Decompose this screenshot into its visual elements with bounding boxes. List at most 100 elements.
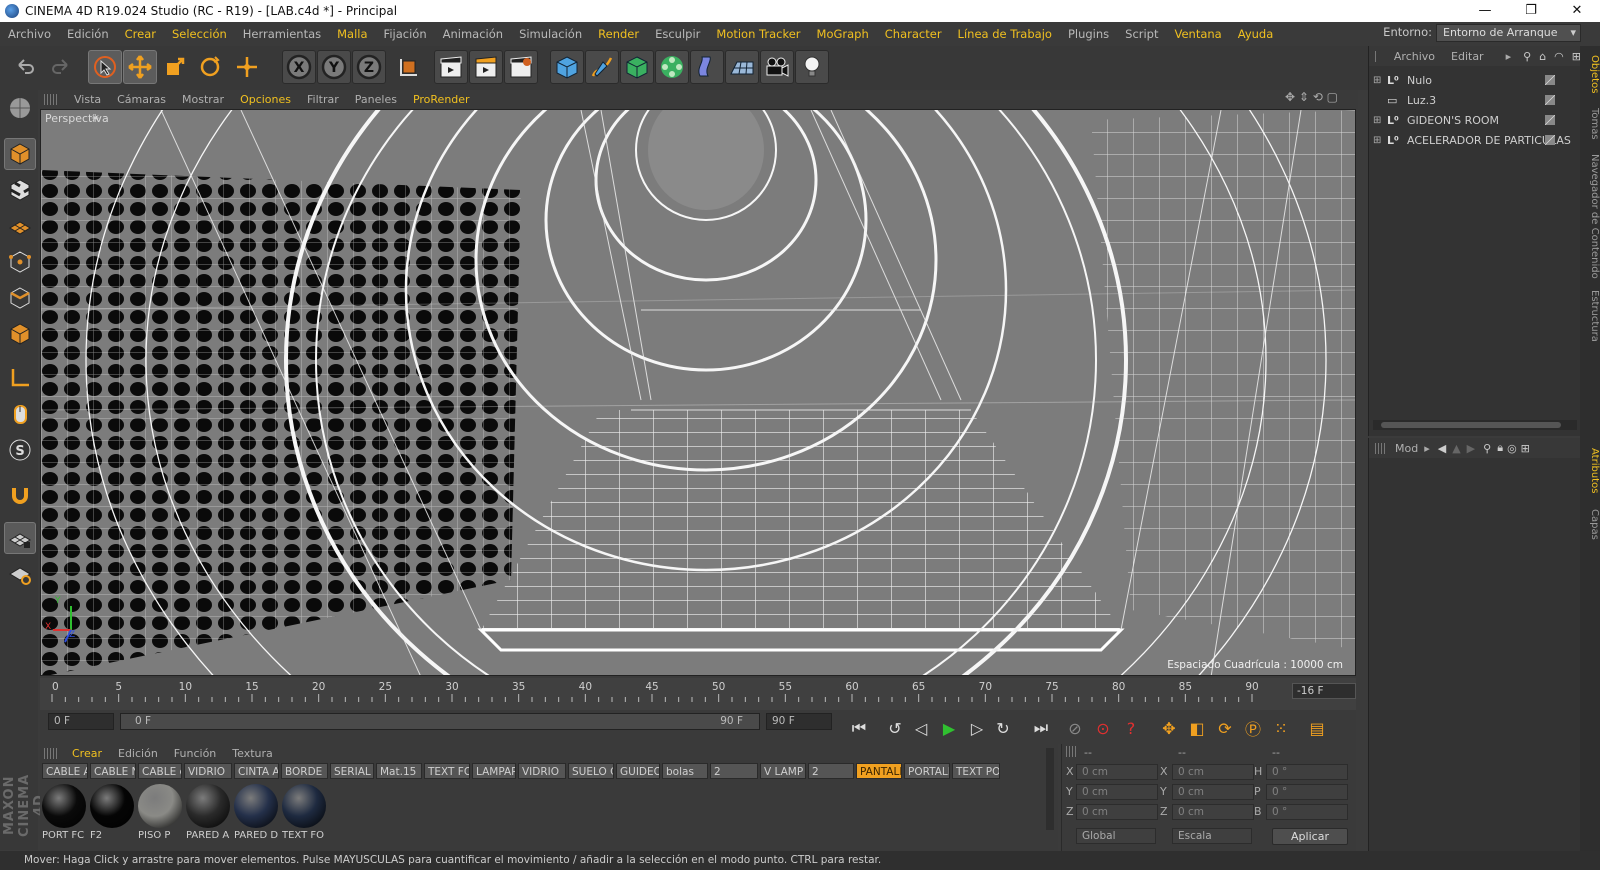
material-tag[interactable]: V LAMP	[760, 763, 806, 779]
key-position-button[interactable]: ✥	[1156, 716, 1182, 740]
material-tag[interactable]: bolas	[662, 763, 708, 779]
snap-enable-button[interactable]: S	[4, 434, 36, 466]
end-frame-field[interactable]: 90 F	[766, 713, 832, 730]
material-scrollbar[interactable]	[1046, 748, 1054, 830]
rotate-tool[interactable]	[193, 50, 227, 84]
menu-crear[interactable]: Crear	[117, 27, 164, 41]
menu-character[interactable]: Character	[877, 27, 950, 41]
side-tab-estructura[interactable]: Estructura	[1580, 288, 1600, 344]
camera-button[interactable]	[760, 50, 794, 84]
viewport-menu-opciones[interactable]: Opciones	[232, 93, 299, 106]
material-tag[interactable]: GUIDEO	[616, 763, 660, 779]
close-button[interactable]: ✕	[1554, 0, 1600, 22]
menu-malla[interactable]: Malla	[329, 27, 375, 41]
previous-keyframe-button[interactable]: ↺	[882, 716, 908, 740]
object-hscrollbar[interactable]	[1373, 420, 1577, 430]
material-tag[interactable]: PANTALL	[856, 763, 902, 779]
material-tag[interactable]: CABLE A	[42, 763, 88, 779]
material-tag[interactable]: CINTA A	[234, 763, 279, 779]
menu-línea-de-trabajo[interactable]: Línea de Trabajo	[950, 27, 1060, 41]
viewport-menu-vista[interactable]: Vista	[66, 93, 109, 106]
expand-icon[interactable]: ⊞	[1373, 135, 1383, 146]
axis-mode-button[interactable]	[4, 362, 36, 394]
current-frame-field[interactable]: -16 F	[1292, 683, 1356, 699]
eye-icon[interactable]: ◠	[1554, 50, 1564, 63]
menu-selección[interactable]: Selección	[164, 27, 235, 41]
material-menu-textura[interactable]: Textura	[224, 747, 280, 760]
material-name[interactable]: PORT FC	[42, 830, 88, 841]
z-axis-lock[interactable]: Z	[352, 50, 386, 84]
side-tab-capas[interactable]: Capas	[1580, 506, 1600, 542]
go-to-end-button[interactable]: ⏭	[1028, 716, 1054, 740]
coord-value-field[interactable]: 0 cm	[1076, 784, 1158, 800]
material-preview-swatch[interactable]	[234, 784, 278, 828]
mode-menu[interactable]: Mod	[1395, 442, 1418, 455]
material-name[interactable]: F2	[90, 830, 136, 841]
menu-edición[interactable]: Edición	[59, 27, 117, 41]
key-parameter-button[interactable]: Ⓟ	[1240, 716, 1266, 740]
coord-value-field[interactable]: 0 cm	[1076, 804, 1158, 820]
go-to-start-button[interactable]: ⏮	[846, 716, 872, 740]
timeline-toggle-button[interactable]: ▤	[1304, 716, 1330, 740]
object-row[interactable]: ⊞ L⁰ Nulo	[1369, 70, 1581, 90]
viewport-menu-paneles[interactable]: Paneles	[347, 93, 405, 106]
menu-plugins[interactable]: Plugins	[1060, 27, 1117, 41]
scrollbar-thumb[interactable]	[1381, 422, 1561, 428]
visibility-toggle-icon[interactable]	[1545, 115, 1555, 125]
up-arrow-icon[interactable]: ▲	[1452, 442, 1460, 455]
menu-mograph[interactable]: MoGraph	[809, 27, 877, 41]
target-icon[interactable]: ◎	[1507, 442, 1517, 455]
coord-value-field[interactable]: 0 °	[1266, 804, 1348, 820]
coordinate-system-button[interactable]	[392, 50, 426, 84]
coord-value-field[interactable]: 0 °	[1266, 764, 1348, 780]
object-name[interactable]: Nulo	[1407, 74, 1432, 87]
coord-value-field[interactable]: 0 cm	[1172, 804, 1254, 820]
object-row[interactable]: ⊞ L⁰ GIDEON'S ROOM	[1369, 110, 1581, 130]
apply-button[interactable]: Aplicar	[1272, 828, 1348, 845]
material-preview-swatch[interactable]	[138, 784, 182, 828]
side-tab-atributos[interactable]: Atributos	[1580, 446, 1600, 496]
polygons-mode-button[interactable]	[4, 318, 36, 350]
material-tag[interactable]: BORDE	[281, 763, 328, 779]
cloner-button[interactable]	[655, 50, 689, 84]
floor-button[interactable]	[725, 50, 759, 84]
panel-grip-icon[interactable]	[1375, 50, 1378, 62]
previous-frame-button[interactable]: ◁	[908, 716, 934, 740]
panel-grip-icon[interactable]	[44, 747, 58, 759]
cube-object-button[interactable]	[550, 50, 584, 84]
coordinate-mode-select[interactable]: Global	[1076, 828, 1156, 844]
expand-icon[interactable]: ⊞	[1373, 115, 1383, 126]
material-preview-swatch[interactable]	[90, 784, 134, 828]
model-mode-button[interactable]	[4, 138, 36, 170]
material-tag[interactable]: TEXT PO	[952, 763, 1000, 779]
menu-esculpir[interactable]: Esculpir	[647, 27, 708, 41]
menu-ventana[interactable]: Ventana	[1167, 27, 1230, 41]
menu-archivo[interactable]: Archivo	[0, 27, 59, 41]
environment-select[interactable]: Entorno de Arranque	[1436, 24, 1581, 42]
keyframe-selection-button[interactable]: ?	[1118, 716, 1144, 740]
material-tag[interactable]: VIDRIO	[518, 763, 566, 779]
material-tag[interactable]: VIDRIO	[184, 763, 232, 779]
subdivision-surface-button[interactable]	[620, 50, 654, 84]
y-axis-lock[interactable]: Y	[317, 50, 351, 84]
menu-fijación[interactable]: Fijación	[376, 27, 435, 41]
visibility-toggle-icon[interactable]	[1545, 75, 1555, 85]
timeline-ruler[interactable]: 0 5 10 15 20 25 30 35 40 45 50 55 60 65 70 75 80 85 90	[40, 678, 1356, 710]
coord-value-field[interactable]: 0 cm	[1172, 764, 1254, 780]
object-name[interactable]: Luz.3	[1407, 94, 1436, 107]
object-name[interactable]: GIDEON'S ROOM	[1407, 114, 1499, 127]
texture-mode-button[interactable]	[4, 174, 36, 206]
back-arrow-icon[interactable]: ◀	[1438, 442, 1446, 455]
live-selection-tool[interactable]	[88, 50, 122, 84]
viewport-menu-prorender[interactable]: ProRender	[405, 93, 478, 106]
workplane-mode-button[interactable]	[4, 210, 36, 242]
next-frame-button[interactable]: ▷	[964, 716, 990, 740]
material-menu-crear[interactable]: Crear	[64, 747, 110, 760]
material-name[interactable]: PARED A	[186, 830, 232, 841]
material-preview-swatch[interactable]	[282, 784, 326, 828]
search-icon[interactable]: ⚲	[1523, 50, 1531, 63]
pen-spline-button[interactable]	[585, 50, 619, 84]
expand-icon[interactable]: ⊞	[1373, 75, 1383, 86]
coord-value-field[interactable]: 0 cm	[1172, 784, 1254, 800]
more-menu-icon[interactable]: ▸	[1506, 50, 1512, 63]
